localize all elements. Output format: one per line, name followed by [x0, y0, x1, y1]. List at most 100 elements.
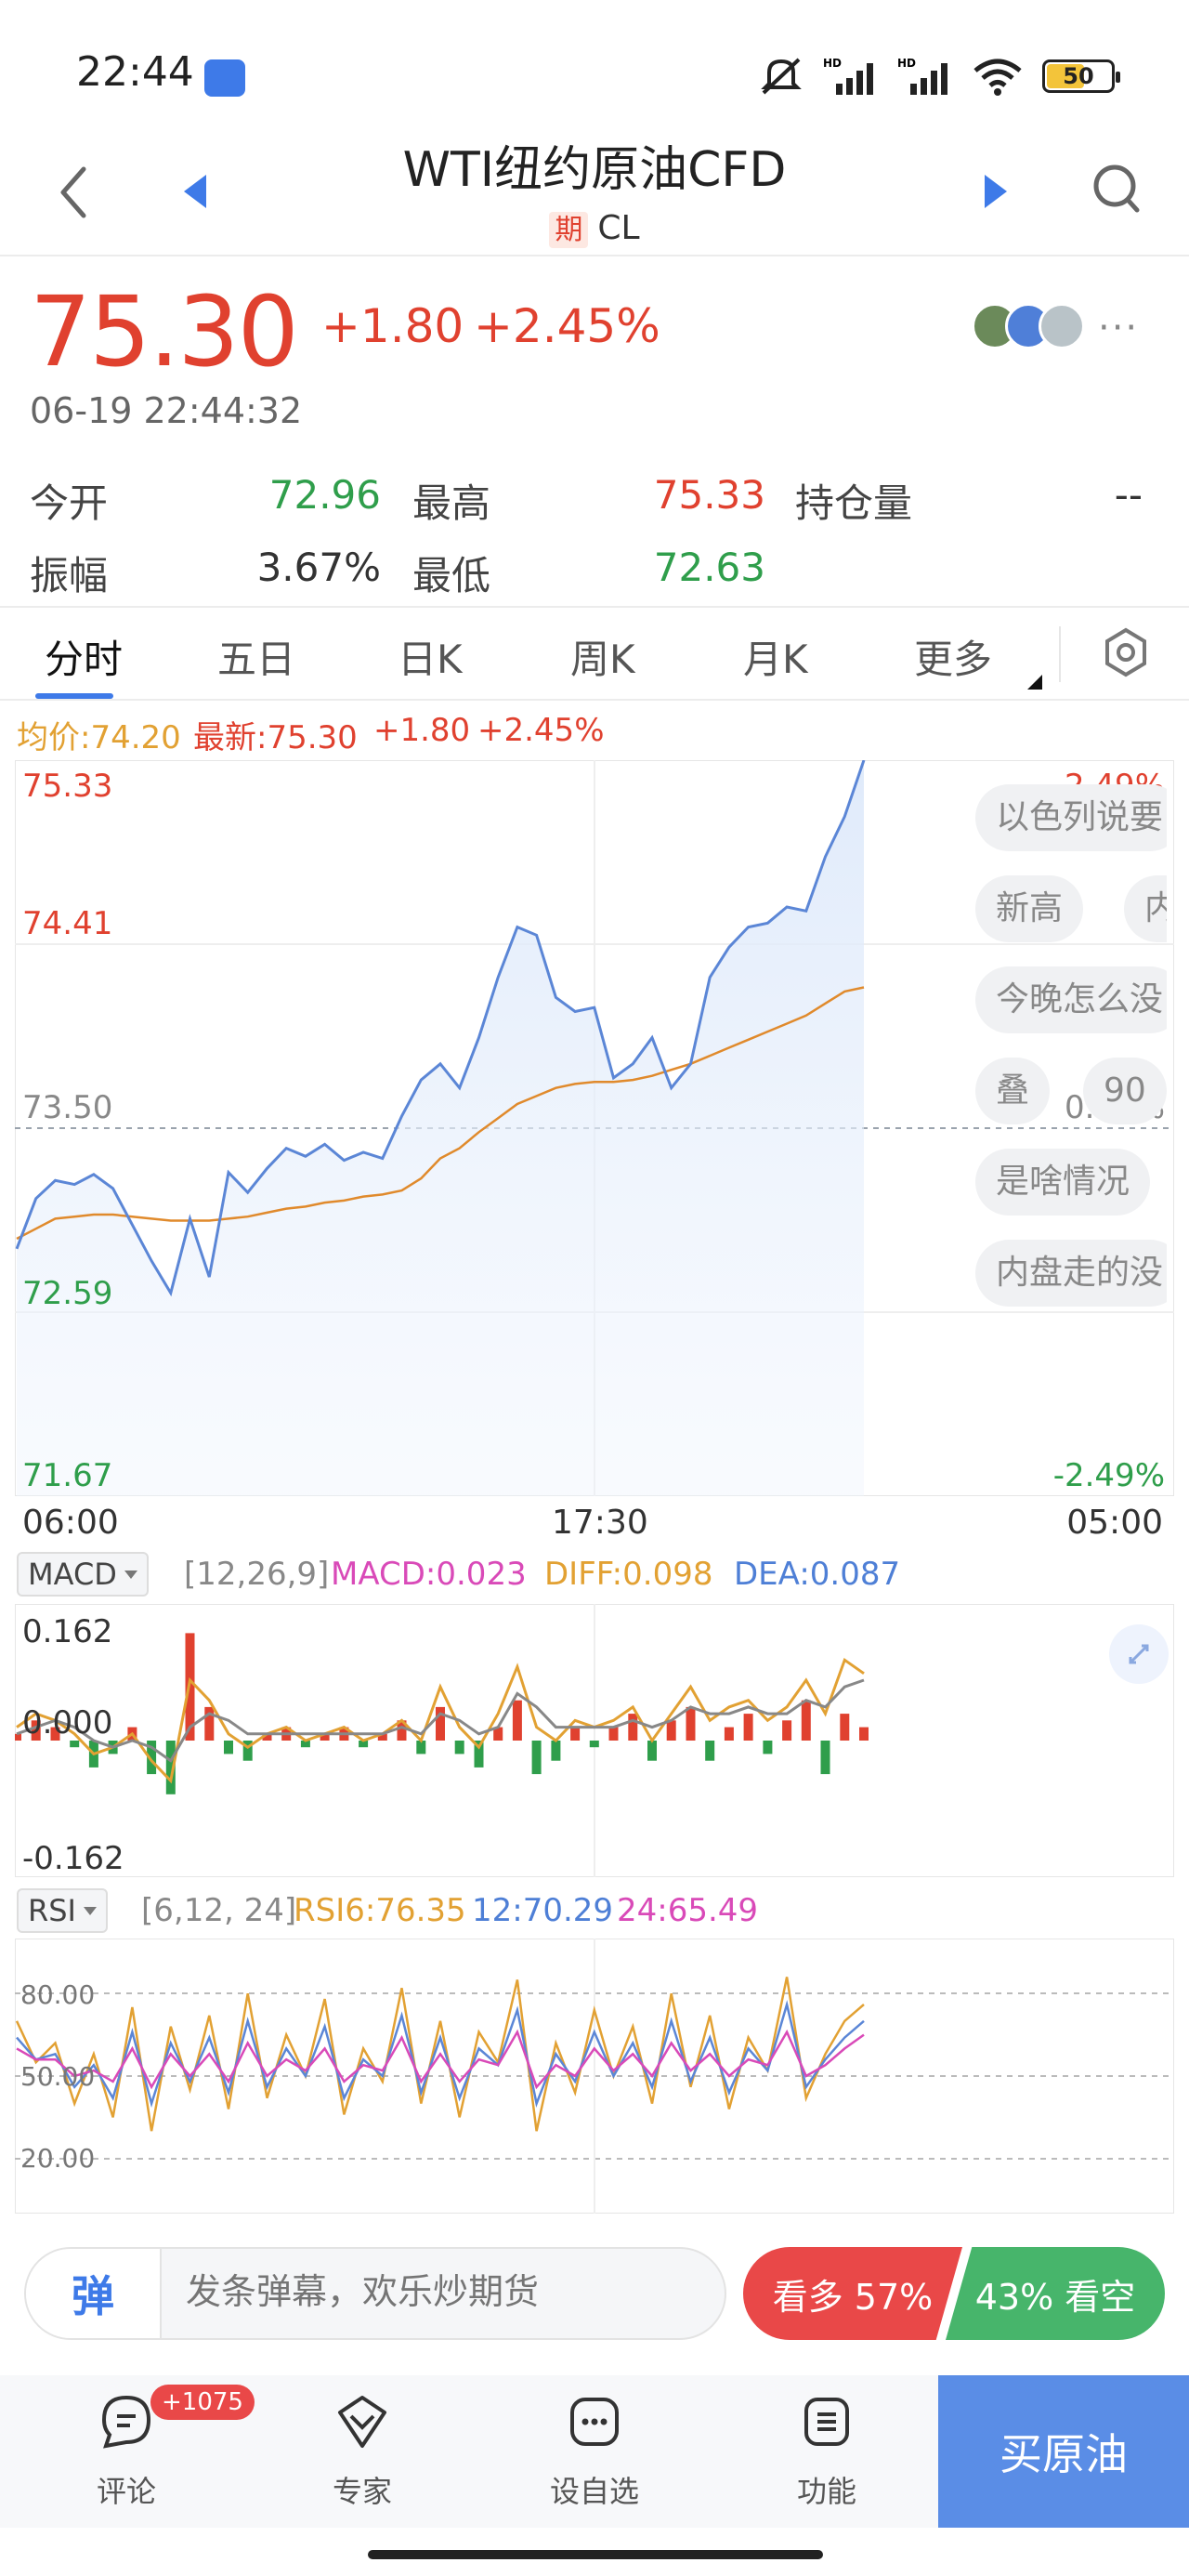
rsi-params: [6,12, 24]: [141, 1892, 297, 1929]
macd-bar: [763, 1741, 773, 1755]
macd-bar: [859, 1727, 869, 1741]
danmaku-toggle-icon[interactable]: 弹: [26, 2249, 162, 2338]
macd-bar: [436, 1706, 445, 1741]
nav-expert-label: 专家: [332, 2474, 392, 2509]
user-avatars[interactable]: [972, 303, 1092, 353]
nav-function[interactable]: 功能: [762, 2392, 892, 2511]
search-icon[interactable]: [1089, 160, 1144, 219]
macd-bar: [224, 1741, 233, 1755]
expand-icon[interactable]: [1109, 1624, 1169, 1684]
macd-selector[interactable]: MACD: [17, 1552, 149, 1597]
instrument-code: 期 CL: [0, 206, 1189, 248]
legend-change: +1.80: [373, 712, 471, 749]
low-value: 72.63: [653, 545, 765, 590]
macd-bar: [628, 1714, 638, 1741]
tab-more[interactable]: 更多: [914, 628, 992, 685]
rsi-chart[interactable]: [15, 1939, 1174, 2214]
quote-datetime: 06-19 22:44:32: [30, 390, 303, 431]
open-value: 72.96: [268, 472, 381, 518]
macd-bar: [15, 1733, 21, 1741]
danmaku-bubble[interactable]: 内盘走的没: [975, 1240, 1167, 1307]
futures-tag: 期: [549, 212, 589, 248]
price-change: +1.80: [321, 299, 464, 353]
latest-price-legend: 最新:75.30: [193, 719, 358, 756]
high-label: 最高: [412, 480, 491, 526]
macd-bar: [743, 1714, 753, 1741]
macd-bar: [551, 1741, 561, 1761]
macd-bar: [589, 1741, 599, 1748]
app-notification-icon: [204, 59, 245, 97]
macd-bar: [705, 1741, 715, 1761]
danmaku-bubble[interactable]: 以色列说要: [975, 784, 1167, 851]
macd-chart[interactable]: [15, 1604, 1174, 1877]
nav-expert[interactable]: 专家: [297, 2392, 427, 2511]
tab-daily-k[interactable]: 日K: [398, 628, 463, 685]
avg-price-legend: 均价:74.20: [17, 719, 181, 756]
svg-text:HD: HD: [897, 57, 916, 70]
rsi-series: [15, 1977, 865, 2132]
rsi-y-label: 20.00: [20, 2143, 96, 2174]
tab-more-indicator: [1027, 675, 1042, 690]
tab-divider: [1059, 626, 1061, 682]
macd-bar: [782, 1720, 792, 1741]
signal-hd-icon: HD: [897, 57, 947, 95]
x-axis-label: 05:00: [1066, 1504, 1163, 1542]
status-icons: HD HD 50: [758, 52, 1120, 100]
low-label: 最低: [412, 553, 491, 598]
macd-y-label: -0.162: [22, 1840, 124, 1877]
tab-monthly-k[interactable]: 月K: [743, 628, 808, 685]
home-indicator: [368, 2550, 823, 2559]
macd-bar: [666, 1720, 676, 1741]
signal-hd-icon: HD: [823, 57, 873, 95]
bearish-button[interactable]: 43% 看空: [946, 2247, 1165, 2340]
danmaku-bubble[interactable]: 新高: [975, 875, 1084, 942]
price-area: [17, 760, 864, 1496]
nav-watchlist[interactable]: 设自选: [529, 2392, 660, 2511]
danmaku-bubble[interactable]: 90: [1083, 1058, 1167, 1124]
status-time: 22:44: [76, 48, 194, 96]
rsi-y-label: 50.00: [20, 2061, 96, 2092]
mute-icon: [761, 58, 802, 95]
x-axis-label: 17:30: [552, 1504, 648, 1542]
danmaku-bubble[interactable]: 是啥情况: [975, 1149, 1151, 1216]
comment-count-badge: +1075: [150, 2385, 255, 2420]
expand-glyph: [1129, 1644, 1149, 1664]
header-divider: [0, 255, 1189, 256]
tab-five-day[interactable]: 五日: [217, 628, 295, 685]
danmaku-overlay: 以色列说要 新高 内 今晚怎么没 叠 90 是啥情况 内盘走的没: [966, 777, 1167, 1334]
rsi-selector[interactable]: RSI: [17, 1888, 108, 1933]
macd-selector-label: MACD: [28, 1557, 117, 1592]
comment-icon: [101, 2395, 151, 2449]
macd-bar: [647, 1741, 657, 1761]
tab-weekly-k[interactable]: 周K: [570, 628, 635, 685]
macd-bar: [531, 1741, 542, 1775]
chart-legend: 均价:74.20 最新:75.30 +1.80 +2.45%: [17, 712, 853, 756]
danmaku-input[interactable]: [186, 2271, 706, 2312]
danmaku-bubble[interactable]: 内: [1124, 875, 1167, 942]
macd-bar: [454, 1741, 464, 1755]
tab-intraday[interactable]: 分时: [45, 628, 123, 685]
diff-value: DIFF:0.098: [544, 1556, 713, 1593]
svg-text:HD: HD: [823, 57, 842, 70]
macd-bar: [840, 1714, 850, 1741]
x-axis-label: 06:00: [22, 1504, 119, 1542]
more-icon[interactable]: ···: [1098, 307, 1139, 349]
danmaku-bubble[interactable]: 叠: [975, 1058, 1051, 1124]
danmaku-bubble[interactable]: 今晚怎么没: [975, 966, 1167, 1033]
macd-y-label: 0.162: [22, 1613, 113, 1650]
add-watchlist-icon: [570, 2398, 619, 2446]
macd-bar: [570, 1727, 581, 1741]
next-instrument-icon[interactable]: [977, 171, 1014, 212]
settings-icon[interactable]: [1100, 624, 1152, 680]
macd-bar: [820, 1741, 830, 1775]
wifi-icon: [973, 59, 1022, 96]
open-label: 今开: [30, 480, 109, 526]
bullish-button[interactable]: 看多 57%: [743, 2247, 962, 2340]
macd-bar: [724, 1727, 734, 1741]
buy-button[interactable]: 买原油: [938, 2375, 1189, 2528]
code-text: CL: [597, 209, 640, 247]
macd-bar: [512, 1700, 522, 1741]
macd-bar: [70, 1741, 80, 1748]
y-axis-label: 74.41: [22, 905, 113, 942]
open-interest-value: --: [1114, 472, 1143, 518]
